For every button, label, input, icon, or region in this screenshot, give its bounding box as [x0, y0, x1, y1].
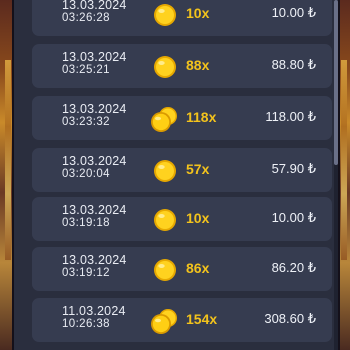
stacked-coins-icon [151, 309, 177, 334]
row-time: 03:19:18 [62, 217, 110, 229]
row-date: 13.03.2024 [62, 154, 127, 168]
row-date: 13.03.2024 [62, 0, 127, 12]
history-row[interactable]: 13.03.2024 03:19:12 86x 86.20 ₺ [32, 247, 332, 291]
game-background-left [0, 0, 12, 350]
scrollbar-thumb[interactable] [334, 0, 338, 165]
row-payout: 86.20 ₺ [271, 260, 316, 275]
row-date: 13.03.2024 [62, 50, 127, 64]
history-row[interactable]: 13.03.2024 03:19:18 10x 10.00 ₺ [32, 197, 332, 241]
stacked-coins-icon [151, 107, 177, 132]
gold-coin-icon [154, 160, 176, 182]
row-time: 03:20:04 [62, 168, 110, 180]
gold-coin-icon [154, 259, 176, 281]
gold-coin-icon [154, 4, 176, 26]
row-multiplier: 154x [186, 311, 218, 327]
row-payout: 118.00 ₺ [265, 109, 316, 124]
row-payout: 10.00 ₺ [271, 5, 316, 20]
row-payout: 57.90 ₺ [271, 161, 316, 176]
gold-coin-icon [154, 56, 176, 78]
row-payout: 10.00 ₺ [271, 210, 316, 225]
row-multiplier: 10x [186, 210, 210, 226]
game-background-right [340, 0, 350, 350]
row-multiplier: 57x [186, 161, 210, 177]
row-date: 13.03.2024 [62, 102, 127, 116]
row-multiplier: 118x [186, 109, 217, 125]
scrollbar-track[interactable] [334, 0, 338, 350]
row-payout: 308.60 ₺ [264, 311, 316, 326]
history-row[interactable]: 13.03.2024 03:23:32 118x 118.00 ₺ [32, 96, 332, 140]
row-date: 11.03.2024 [62, 304, 126, 318]
row-multiplier: 88x [186, 57, 210, 73]
row-time: 03:19:12 [62, 267, 110, 279]
gold-coin-icon [154, 209, 176, 231]
row-time: 03:26:28 [62, 12, 110, 24]
row-time: 03:23:32 [62, 116, 110, 128]
history-row[interactable]: 13.03.2024 03:25:21 88x 88.80 ₺ [32, 44, 332, 88]
row-date: 13.03.2024 [62, 253, 127, 267]
row-multiplier: 86x [186, 260, 210, 276]
history-row[interactable]: 13.03.2024 03:26:28 10x 10.00 ₺ [32, 0, 332, 36]
row-payout: 88.80 ₺ [271, 57, 316, 72]
history-row[interactable]: 13.03.2024 03:20:04 57x 57.90 ₺ [32, 148, 332, 192]
history-row[interactable]: 11.03.2024 10:26:38 154x 308.60 ₺ [32, 298, 332, 342]
row-time: 03:25:21 [62, 64, 110, 76]
row-multiplier: 10x [186, 5, 210, 21]
row-time: 10:26:38 [62, 318, 110, 330]
row-date: 13.03.2024 [62, 203, 127, 217]
bet-history-panel: 13.03.2024 03:26:28 10x 10.00 ₺ 13.03.20… [14, 0, 338, 350]
